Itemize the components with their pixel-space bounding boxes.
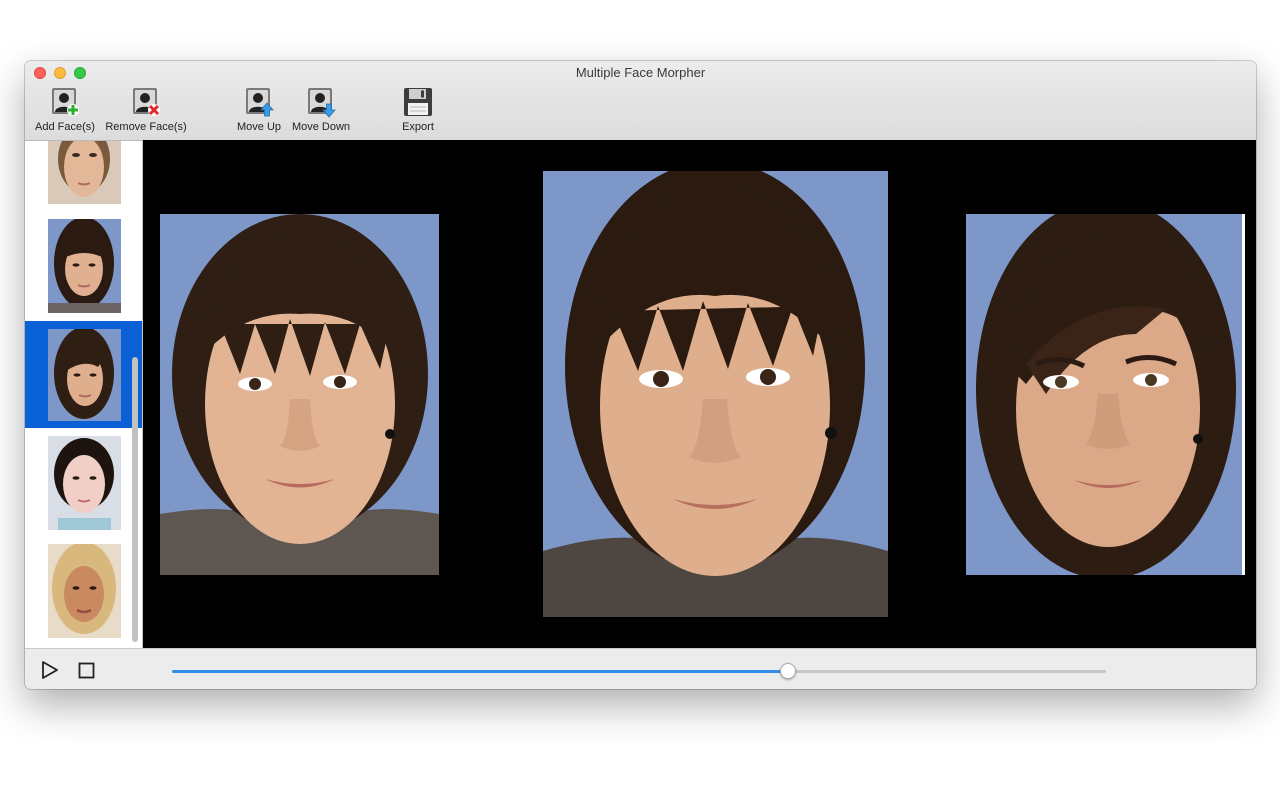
add-face-icon (52, 88, 79, 116)
source-face-image (160, 214, 439, 575)
remove-faces-button[interactable]: Remove Face(s) (103, 86, 189, 136)
face-thumbnail-2 (48, 219, 121, 313)
window-title: Multiple Face Morpher (575, 65, 706, 80)
app-window: Multiple Face Morpher Add Face(s) Remove… (25, 61, 1256, 689)
slider-knob[interactable] (780, 663, 797, 679)
move-up-label: Move Up (236, 121, 282, 133)
remove-faces-label: Remove Face(s) (105, 121, 187, 133)
face-thumbnail-3 (48, 329, 121, 421)
face-list-scroll-thumb[interactable] (132, 357, 138, 642)
move-up-icon (246, 88, 274, 117)
add-faces-label: Add Face(s) (35, 121, 95, 133)
export-button[interactable]: Export (394, 86, 442, 136)
face-thumbnail-1 (48, 141, 121, 204)
move-up-button[interactable]: Move Up (233, 86, 285, 136)
target-face-image (966, 214, 1245, 575)
morph-result-image (543, 171, 888, 617)
playback-bar (25, 648, 1256, 689)
move-down-icon (308, 88, 336, 118)
face-list-item[interactable] (25, 428, 142, 536)
export-label: Export (402, 121, 434, 133)
face-list-item[interactable] (25, 536, 142, 648)
morph-progress-slider[interactable] (172, 663, 1106, 679)
face-thumbnail-5 (48, 544, 121, 638)
morph-stage (143, 140, 1256, 648)
stop-icon[interactable] (78, 662, 95, 679)
titlebar: Multiple Face Morpher Add Face(s) Remove… (25, 61, 1256, 141)
add-faces-button[interactable]: Add Face(s) (30, 86, 100, 136)
remove-face-icon (133, 88, 160, 116)
face-list-item-selected[interactable] (25, 321, 142, 428)
play-icon[interactable] (41, 661, 59, 679)
floppy-disk-icon (404, 88, 432, 116)
face-thumbnail-4 (48, 436, 121, 530)
face-list-item[interactable] (25, 141, 142, 211)
slider-fill (172, 670, 789, 673)
face-list-item[interactable] (25, 211, 142, 321)
move-down-button[interactable]: Move Down (289, 86, 353, 136)
move-down-label: Move Down (291, 121, 351, 133)
face-list[interactable] (25, 141, 143, 648)
